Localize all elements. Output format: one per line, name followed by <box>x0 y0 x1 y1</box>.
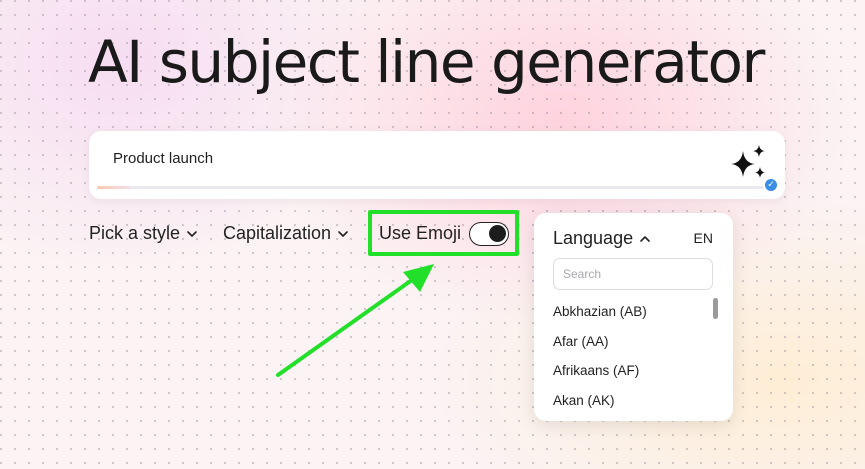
language-search-input[interactable] <box>553 258 713 290</box>
language-dropdown-header[interactable]: Language <box>553 228 651 249</box>
check-badge-icon: ✓ <box>763 177 779 193</box>
toggle-knob <box>489 225 506 242</box>
use-emoji-label: Use Emoji <box>379 223 462 243</box>
use-emoji-toggle[interactable] <box>469 222 509 246</box>
input-progress-track <box>97 186 767 189</box>
language-panel: Language EN Abkhazian (AB) Afar (AA) Afr… <box>534 213 733 421</box>
chevron-down-icon <box>187 230 197 237</box>
capitalization-label: Capitalization <box>223 223 332 243</box>
subject-input-card: ✓ <box>89 131 785 199</box>
input-progress-fill <box>97 186 131 189</box>
pick-style-label: Pick a style <box>89 223 181 243</box>
annotation-arrow-icon <box>276 264 434 377</box>
language-item[interactable]: Akan (AK) <box>553 390 703 420</box>
subject-input[interactable] <box>113 147 713 169</box>
capitalization-dropdown[interactable]: Capitalization <box>223 223 349 244</box>
page-title: AI subject line generator <box>88 28 765 96</box>
language-item[interactable]: Afar (AA) <box>553 331 703 361</box>
chevron-up-icon <box>640 235 650 242</box>
chevron-down-icon <box>338 230 348 237</box>
language-label: Language <box>553 228 634 248</box>
pick-style-dropdown[interactable]: Pick a style <box>89 223 198 244</box>
language-selected-code: EN <box>693 230 713 246</box>
language-list: Abkhazian (AB) Afar (AA) Afrikaans (AF) … <box>553 301 703 419</box>
language-list-scrollbar[interactable] <box>713 298 718 319</box>
language-item[interactable]: Abkhazian (AB) <box>553 301 703 331</box>
language-item[interactable]: Afrikaans (AF) <box>553 360 703 390</box>
